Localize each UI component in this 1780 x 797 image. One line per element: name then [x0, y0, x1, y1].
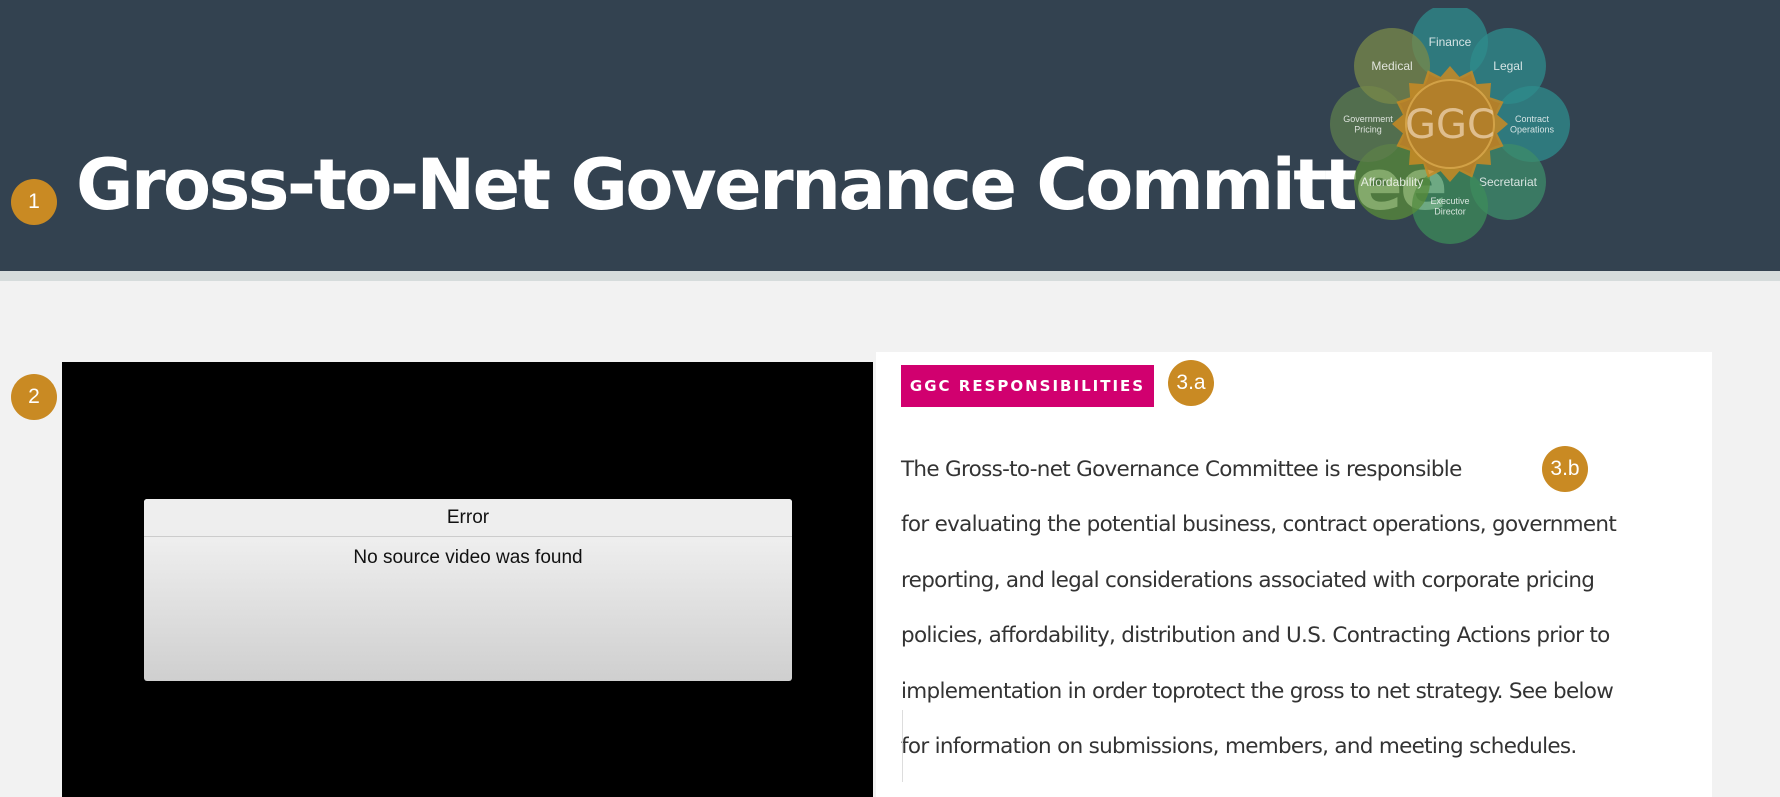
- logo-petal-label: Affordability: [1361, 175, 1423, 189]
- video-error-message: No source video was found: [353, 547, 583, 568]
- callout-marker-2: 2: [11, 374, 57, 420]
- callout-marker-1: 1: [11, 179, 57, 225]
- description-line: policies, affordability, distribution an…: [901, 623, 1610, 649]
- logo-petal-label: Secretariat: [1479, 175, 1538, 189]
- description-line: for information on submissions, members,…: [901, 733, 1577, 759]
- responsibilities-description: The Gross-to-net Governance Committee is…: [901, 444, 1681, 776]
- callout-marker-3b: 3.b: [1542, 446, 1588, 492]
- logo-petal-label: Legal: [1493, 59, 1522, 73]
- video-player[interactable]: Error No source video was found: [62, 362, 873, 797]
- logo-petal-label: Finance: [1429, 35, 1472, 49]
- logo-center-label: GGC: [1405, 102, 1495, 148]
- logo-petal-label: Executive Director: [1430, 196, 1469, 217]
- page-title: Gross-to-Net Governance Committee: [76, 144, 1448, 226]
- text-cursor: [902, 710, 903, 782]
- description-line: for evaluating the potential business, c…: [901, 512, 1617, 538]
- description-line: reporting, and legal considerations asso…: [901, 567, 1595, 593]
- video-error-title: Error: [144, 499, 792, 537]
- logo-petal-label: Contract Operations: [1510, 114, 1555, 135]
- callout-marker-3a: 3.a: [1168, 360, 1214, 406]
- logo-petal-label: Medical: [1371, 59, 1412, 73]
- responsibilities-tag: GGC RESPONSIBILITIES: [901, 365, 1154, 407]
- video-error-dialog: Error No source video was found: [144, 499, 792, 681]
- description-line: implementation in order toprotect the gr…: [901, 678, 1614, 704]
- ggc-logo: Finance Legal Contract Operations Secretaria…: [1330, 8, 1570, 244]
- header-divider: [0, 271, 1780, 281]
